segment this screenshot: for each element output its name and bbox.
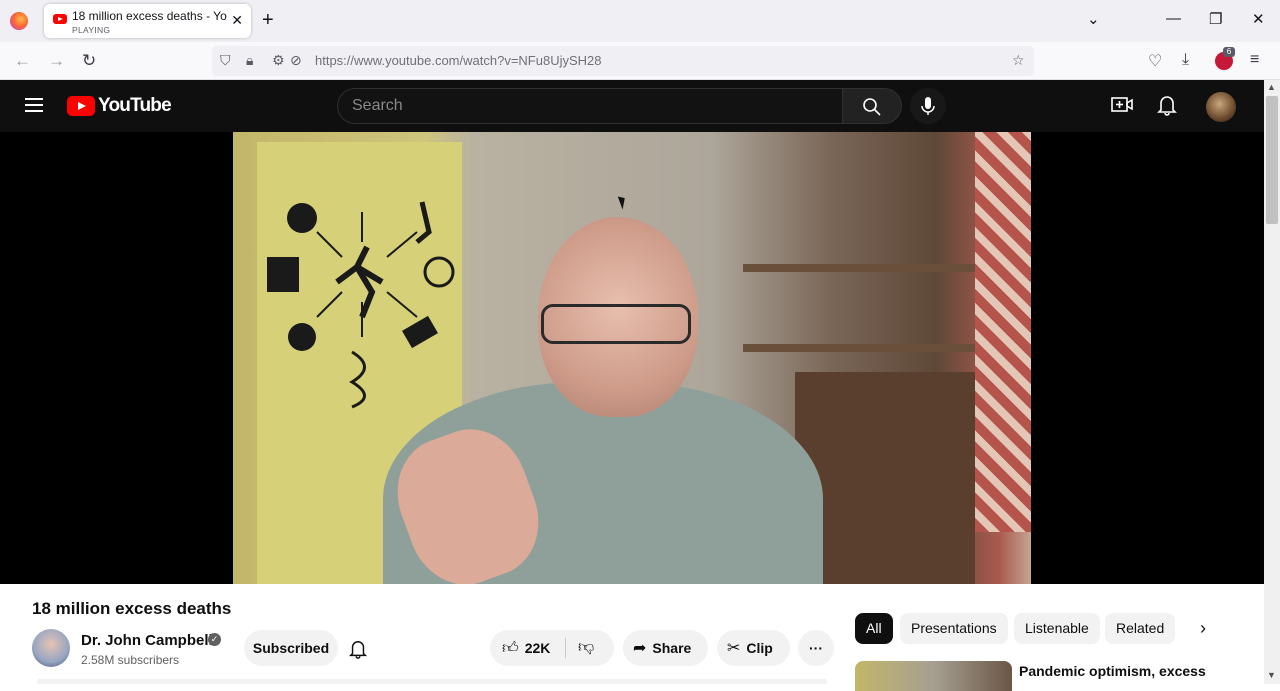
search-box[interactable]: [337, 88, 843, 124]
notification-bell-icon[interactable]: [348, 639, 368, 664]
subscriber-count: 2.58M subscribers: [81, 653, 180, 667]
search-input[interactable]: [352, 97, 822, 115]
permissions-icon[interactable]: ⚙: [272, 52, 285, 69]
notifications-bell-icon[interactable]: [1157, 94, 1177, 122]
like-dislike-pill: 👍︎ 22K 👎︎: [490, 630, 614, 666]
browser-nav-bar: ← → ↻ ⛉ 🔒︎ ⚙ ⊘ https://www.youtube.com/w…: [0, 42, 1280, 80]
like-button[interactable]: 👍︎ 22K: [502, 630, 550, 667]
subscribed-button[interactable]: Subscribed: [244, 630, 338, 666]
create-video-icon[interactable]: [1111, 94, 1133, 122]
minimize-icon[interactable]: —: [1166, 10, 1181, 27]
share-arrow-icon: ➦: [633, 640, 647, 657]
description-box[interactable]: [37, 679, 827, 684]
scroll-down-icon[interactable]: ▼: [1267, 670, 1276, 680]
share-label: Share: [652, 640, 692, 656]
youtube-favicon-icon: [53, 14, 67, 24]
bookmark-star-icon[interactable]: ☆: [1012, 52, 1025, 69]
app-menu-icon[interactable]: ≡: [1250, 51, 1259, 69]
video-title: 18 million excess deaths: [32, 599, 232, 618]
reload-icon[interactable]: ↻: [82, 51, 96, 71]
adblock-count-badge: 6: [1223, 47, 1235, 57]
verified-badge-icon: ✓: [208, 633, 221, 646]
share-button[interactable]: ➦ Share: [623, 630, 708, 666]
curtain: [975, 132, 1031, 532]
browser-tab-bar: 18 million excess deaths - YouTube PLAYI…: [0, 0, 1280, 42]
microphone-icon: [921, 97, 935, 115]
channel-name[interactable]: Dr. John Campbell: [81, 632, 213, 649]
video-frame[interactable]: [233, 132, 1031, 584]
chip-presentations[interactable]: Presentations: [900, 613, 1008, 644]
chip-all[interactable]: All: [855, 613, 893, 644]
browser-tab-active[interactable]: 18 million excess deaths - YouTube PLAYI…: [44, 4, 251, 38]
recommended-video-title[interactable]: Pandemic optimism, excess: [1019, 663, 1206, 679]
close-window-icon[interactable]: ✕: [1252, 10, 1265, 28]
forward-icon[interactable]: →: [48, 51, 65, 71]
restore-icon[interactable]: ❐: [1209, 10, 1222, 28]
channel-avatar[interactable]: [32, 629, 70, 667]
account-avatar[interactable]: [1206, 92, 1236, 122]
youtube-wordmark[interactable]: YouTube: [98, 95, 172, 117]
wall-shelf-top: [743, 264, 975, 272]
url-bar[interactable]: ⛉ 🔒︎ ⚙ ⊘ https://www.youtube.com/watch?v…: [212, 46, 1034, 76]
lock-icon[interactable]: 🔒︎: [246, 52, 253, 69]
like-count: 22K: [524, 640, 551, 656]
url-text[interactable]: https://www.youtube.com/watch?v=NFu8UjyS…: [315, 53, 602, 68]
more-actions-button[interactable]: ···: [798, 630, 834, 666]
scrollbar-thumb[interactable]: [1266, 96, 1278, 224]
search-button[interactable]: [842, 88, 902, 124]
chip-related[interactable]: Related: [1105, 613, 1176, 644]
pocket-icon[interactable]: ♡: [1148, 51, 1162, 71]
clip-label: Clip: [746, 640, 773, 656]
voice-search-button[interactable]: [910, 88, 946, 124]
tab-title: 18 million excess deaths - YouTube: [72, 9, 227, 23]
chip-listenable[interactable]: Listenable: [1014, 613, 1100, 644]
page-scrollbar[interactable]: ▲ ▼: [1264, 80, 1280, 684]
guide-menu-icon[interactable]: [25, 98, 43, 112]
youtube-header: YouTube: [0, 80, 1264, 132]
autoplay-blocked-icon[interactable]: ⊘: [290, 52, 302, 69]
thumbs-up-icon: 👍︎: [502, 640, 519, 657]
video-player[interactable]: [0, 132, 1264, 584]
presenter-glasses: [541, 304, 691, 344]
recommended-video-thumbnail[interactable]: [855, 661, 1012, 691]
clip-button[interactable]: ✂ Clip: [717, 630, 790, 666]
wall-shelf-bottom: [743, 344, 975, 352]
tab-close-icon[interactable]: ✕: [231, 12, 243, 29]
scissors-icon: ✂: [727, 640, 741, 657]
downloads-icon[interactable]: ⤓: [1182, 51, 1189, 69]
list-all-tabs-icon[interactable]: ⌄: [1087, 10, 1100, 28]
firefox-logo-icon[interactable]: [10, 12, 28, 30]
search-icon: [863, 98, 881, 116]
shield-icon[interactable]: ⛉: [220, 52, 231, 69]
like-separator: [565, 638, 566, 658]
new-tab-button[interactable]: +: [262, 9, 274, 32]
scroll-up-icon[interactable]: ▲: [1267, 82, 1276, 92]
chips-next-chevron-icon[interactable]: ›: [1200, 618, 1206, 639]
youtube-logo-icon[interactable]: [67, 96, 95, 116]
thumbs-down-icon[interactable]: 👎︎: [578, 630, 594, 666]
tab-playing-label: PLAYING: [72, 25, 111, 35]
back-icon[interactable]: ←: [14, 51, 31, 71]
